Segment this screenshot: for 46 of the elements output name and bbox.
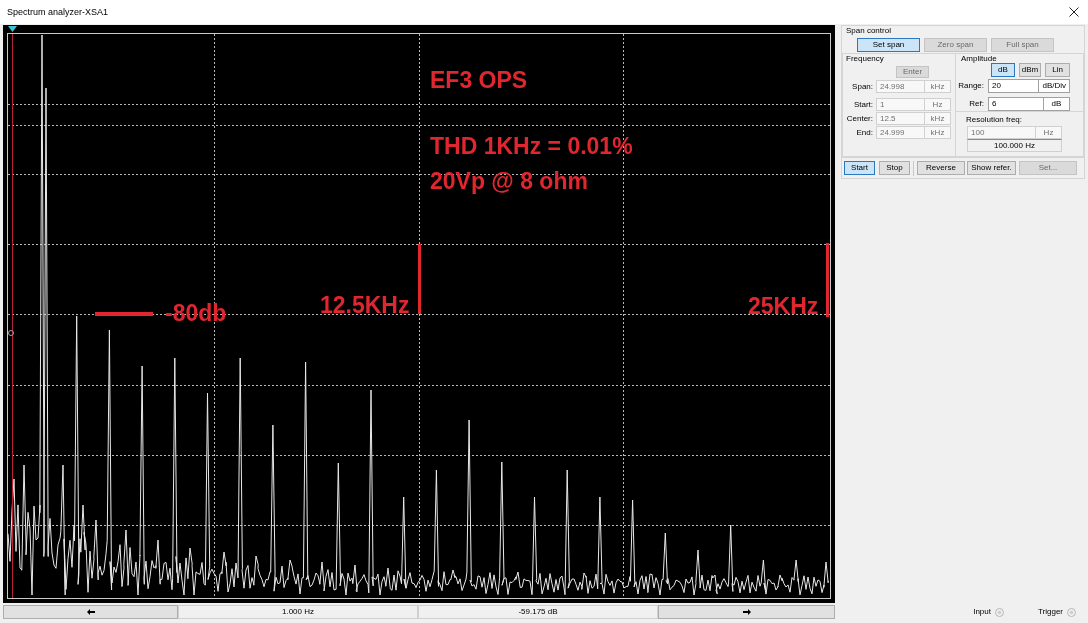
scale-button[interactable]: dB [991,63,1015,77]
scale-button[interactable]: Lin [1045,63,1070,77]
resolution-readout: 100.000 Hz [967,139,1062,152]
field-label: Center: [845,113,874,125]
group-title: Frequency [846,54,884,63]
annotation-text: 20Vp @ 8 ohm [430,170,588,193]
triangle-marker-icon[interactable] [8,26,17,32]
circle-marker-icon [8,330,14,336]
field-label: Start: [852,99,874,111]
terminal-label: Trigger [1037,607,1063,617]
field-label: Range: [957,80,985,92]
annotation-text: 25KHz [748,295,819,318]
unit-label: dB [1044,97,1070,111]
left-arrow-icon[interactable] [86,609,95,615]
group-title: Amplitude [961,54,997,63]
input-field[interactable]: 6 [988,97,1044,111]
action-button[interactable]: Start [844,161,875,175]
action-button[interactable]: Stop [879,161,910,175]
unit-label: kHz [925,80,951,93]
right-arrow-icon[interactable] [742,609,751,615]
radio-icon[interactable] [1067,607,1076,617]
action-button[interactable]: Show refer. [967,161,1016,175]
group-title: Resolution freq: [966,115,1023,124]
annotation-text: 12.5KHz [320,294,410,317]
field-label: End: [855,127,874,139]
unit-label: kHz [925,112,951,125]
field-label: Ref: [968,98,985,110]
action-button[interactable]: Reverse [917,161,965,175]
unit-label: dB/Div [1039,79,1070,93]
annotation-line [418,244,421,314]
level-readout: -59.175 dB [418,605,658,619]
radio-icon[interactable] [994,607,1004,617]
unit-label: Hz [925,98,951,111]
input-field[interactable]: 20 [988,79,1040,93]
terminal-label: Input [973,607,991,617]
annotation-text: THD 1KHz = 0.01% [430,135,633,158]
span-button[interactable]: Set span [857,38,920,52]
unit-label: Hz [1036,126,1062,139]
scale-button[interactable]: dBm [1019,63,1041,77]
field-label: Span: [851,81,874,93]
frequency-readout: 1.000 Hz [178,605,418,619]
annotation-text: EF3 OPS [430,69,528,92]
panel-title: Span control [846,26,891,35]
window-title: Spectrum analyzer-XSA1 [7,6,109,18]
unit-label: kHz [925,126,951,139]
annotation-text: -80db [165,302,227,325]
